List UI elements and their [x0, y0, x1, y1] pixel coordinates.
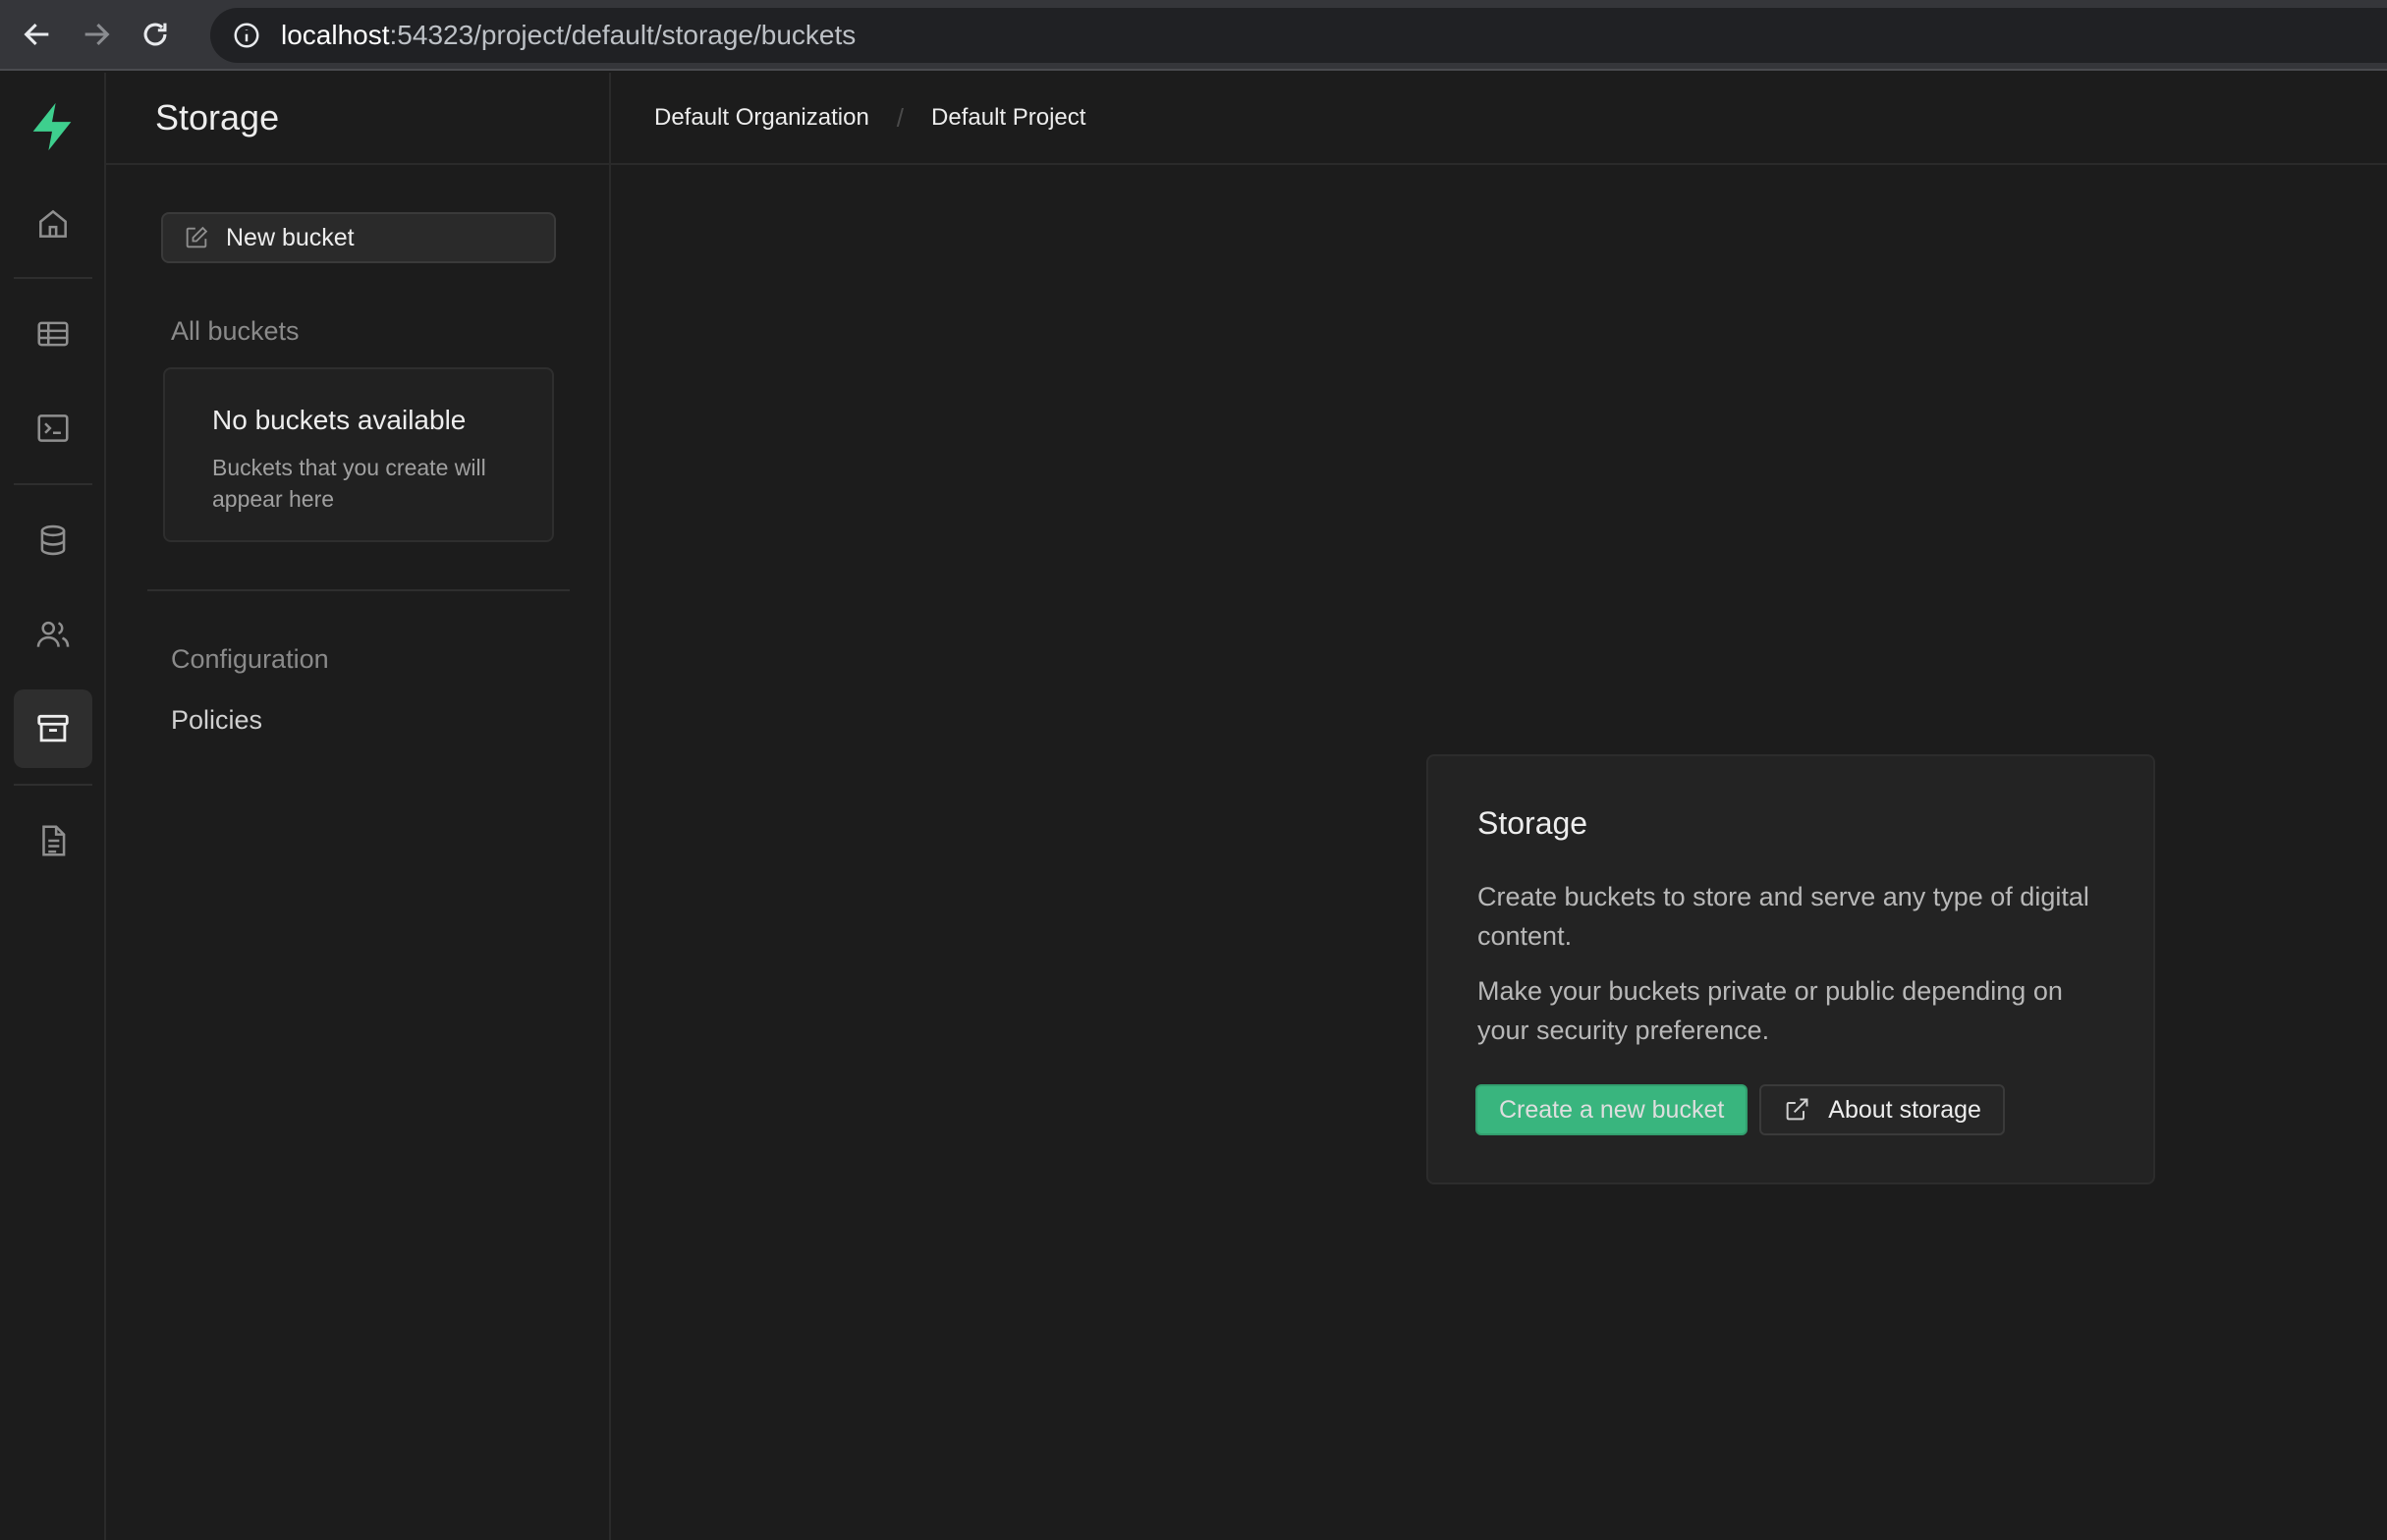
url-path: :54323/project/default/storage/buckets	[389, 20, 857, 50]
users-icon	[36, 621, 70, 647]
rail-item-home[interactable]	[14, 185, 92, 263]
forward-button[interactable]	[71, 9, 122, 60]
about-storage-label: About storage	[1828, 1095, 1981, 1124]
arrow-left-icon	[24, 23, 49, 46]
card-text-secondary: Make your buckets private or public depe…	[1477, 976, 2063, 1045]
reload-icon	[143, 23, 167, 46]
sidebar-item-policies[interactable]: Policies	[171, 705, 262, 736]
sidebar-divider	[147, 589, 570, 591]
rail-item-authentication[interactable]	[14, 595, 92, 674]
database-icon	[40, 524, 66, 556]
table-editor-icon	[37, 321, 69, 347]
docs-icon	[42, 825, 66, 856]
external-link-icon	[1786, 1098, 1808, 1121]
storage-info-card: Storage Create buckets to store and serv…	[1426, 754, 2155, 1184]
empty-title: No buckets available	[212, 405, 467, 435]
storage-sidebar: Storage New bucket All buckets No bucket…	[106, 73, 611, 1540]
all-buckets-label: All buckets	[171, 316, 300, 346]
card-title: Storage	[1477, 805, 1588, 841]
rail-item-table-editor[interactable]	[14, 295, 92, 373]
breadcrumb-project[interactable]: Default Project	[931, 104, 1085, 132]
rail-divider	[14, 483, 92, 485]
empty-description: Buckets that you create will appear here	[212, 455, 486, 512]
edit-icon	[186, 226, 208, 248]
main-content: Default Organization / Default Project S…	[611, 73, 2387, 1540]
breadcrumb-separator: /	[896, 102, 905, 133]
nav-rail	[0, 73, 106, 1540]
sql-editor-icon	[37, 414, 69, 442]
address-bar[interactable]: localhost:54323/project/default/storage/…	[210, 8, 2387, 63]
new-bucket-label: New bucket	[226, 223, 355, 251]
empty-buckets-card: No buckets available Buckets that you cr…	[163, 367, 554, 542]
sidebar-title: Storage	[106, 73, 609, 165]
rail-item-storage[interactable]	[14, 689, 92, 768]
rail-divider	[14, 277, 92, 279]
arrow-right-icon	[84, 23, 110, 46]
rail-item-docs[interactable]	[14, 801, 92, 880]
rail-divider	[14, 784, 92, 786]
info-icon[interactable]	[232, 21, 261, 50]
configuration-label: Configuration	[171, 644, 329, 674]
create-bucket-button[interactable]: Create a new bucket	[1475, 1084, 1749, 1135]
breadcrumb-organization[interactable]: Default Organization	[654, 104, 869, 132]
new-bucket-button[interactable]: New bucket	[161, 212, 556, 263]
storage-icon	[37, 714, 69, 742]
card-text-primary: Create buckets to store and serve any ty…	[1477, 882, 2089, 951]
breadcrumb: Default Organization / Default Project	[611, 73, 2387, 165]
rail-item-database[interactable]	[14, 501, 92, 579]
app-shell: Storage New bucket All buckets No bucket…	[0, 73, 2387, 1540]
supabase-logo-icon[interactable]	[24, 98, 81, 155]
reload-button[interactable]	[130, 9, 181, 60]
about-storage-button[interactable]: About storage	[1759, 1084, 2005, 1135]
back-button[interactable]	[12, 9, 63, 60]
home-icon	[39, 209, 67, 238]
browser-toolbar: localhost:54323/project/default/storage/…	[0, 0, 2387, 71]
card-actions: Create a new bucket About storage	[1475, 1084, 2005, 1135]
rail-item-sql-editor[interactable]	[14, 389, 92, 468]
url-host: localhost	[281, 20, 390, 50]
